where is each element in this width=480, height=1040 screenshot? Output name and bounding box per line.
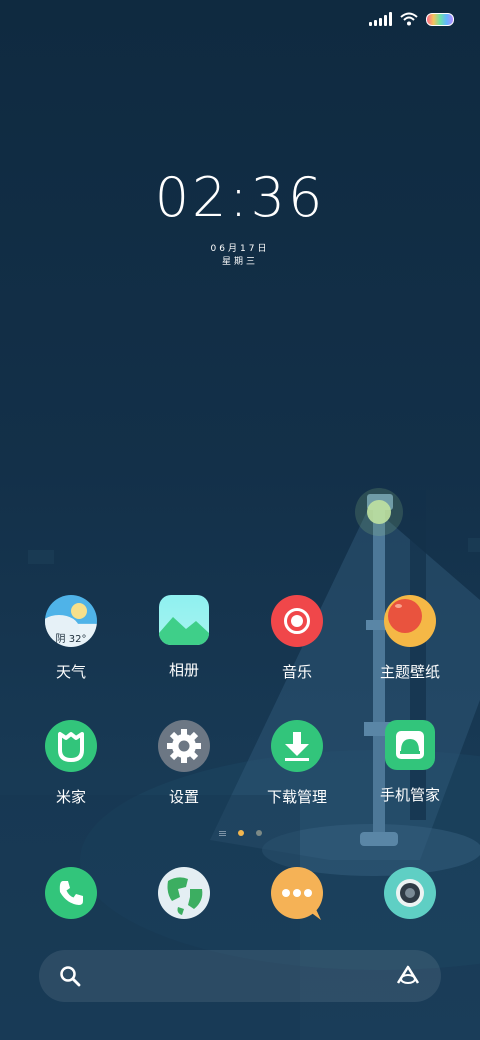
- page-menu-icon[interactable]: [218, 830, 226, 836]
- signal-icon: [369, 12, 392, 26]
- music-icon: [271, 595, 323, 647]
- app-label: 天气: [55, 663, 86, 681]
- messages-icon: [271, 867, 323, 920]
- dock-camera[interactable]: [355, 867, 465, 919]
- phone-icon: [45, 867, 97, 919]
- app-label: 设置: [168, 788, 199, 806]
- app-label: 米家: [55, 788, 86, 806]
- app-label: 下载管理: [266, 788, 327, 806]
- weather-icon: 阴 32°: [45, 595, 97, 647]
- dock-browser[interactable]: [129, 867, 239, 919]
- app-label: 音乐: [281, 663, 312, 681]
- search-icon[interactable]: [59, 965, 81, 987]
- camera-icon: [384, 867, 436, 919]
- app-music[interactable]: 音乐: [242, 595, 352, 682]
- page-dot-active[interactable]: [237, 830, 244, 836]
- app-gallery[interactable]: 相册: [129, 595, 239, 680]
- app-security[interactable]: 手机管家: [355, 720, 465, 805]
- page-dot[interactable]: [255, 830, 262, 836]
- clock-time[interactable]: 02:36: [0, 166, 480, 229]
- download-icon: [271, 720, 323, 772]
- status-bar: [369, 12, 454, 26]
- settings-icon: [158, 720, 210, 772]
- app-settings[interactable]: 设置: [129, 720, 239, 807]
- assistant-icon[interactable]: [395, 964, 421, 986]
- app-download-manager[interactable]: 下载管理: [242, 720, 352, 807]
- search-bar[interactable]: [39, 950, 441, 1002]
- themes-icon: [384, 595, 436, 647]
- clock-weekday: 星期三: [221, 257, 258, 267]
- browser-icon: [158, 867, 210, 919]
- battery-icon: [426, 12, 454, 26]
- app-label: 手机管家: [379, 786, 440, 804]
- app-label: 主题壁纸: [379, 663, 440, 681]
- app-weather[interactable]: 阴 32° 天气: [16, 595, 126, 682]
- app-mihome[interactable]: 米家: [16, 720, 126, 807]
- page-indicator: [0, 830, 480, 836]
- wifi-icon: [400, 12, 418, 26]
- app-label: 相册: [168, 661, 199, 679]
- dock-messages[interactable]: [242, 867, 352, 920]
- clock-date: 06月17日: [210, 244, 270, 254]
- dock-phone[interactable]: [16, 867, 126, 919]
- security-icon: [385, 720, 435, 770]
- mihome-icon: [45, 720, 97, 772]
- gallery-icon: [159, 595, 209, 645]
- weather-badge: 阴 32°: [55, 634, 87, 645]
- app-themes[interactable]: 主题壁纸: [355, 595, 465, 682]
